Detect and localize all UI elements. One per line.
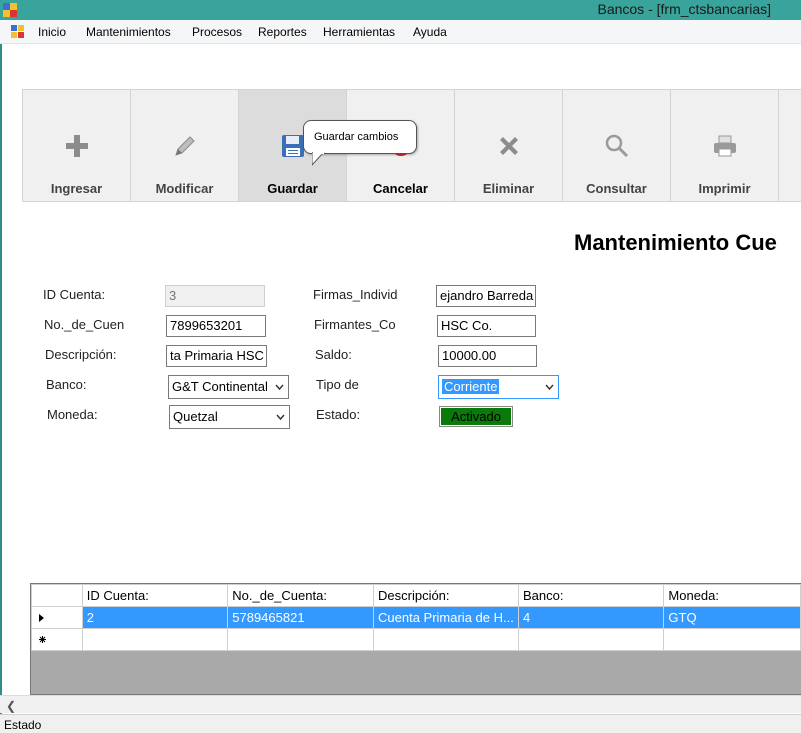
menu-bar: Inicio Mantenimientos Procesos Reportes … — [0, 20, 801, 44]
menu-procesos[interactable]: Procesos — [192, 25, 242, 39]
id-cuenta-field: 3 — [165, 285, 265, 307]
grid-header-row: ID Cuenta: No._de_Cuenta: Descripción: B… — [31, 584, 801, 607]
new-cell[interactable] — [81, 628, 229, 651]
tooltip: Guardar cambios — [303, 120, 417, 166]
modificar-label: Modificar — [155, 181, 214, 196]
imprimir-label: Imprimir — [698, 181, 751, 196]
descripcion-field[interactable]: ta Primaria HSC — [166, 345, 267, 367]
eliminar-button[interactable]: Eliminar — [455, 90, 563, 201]
moneda-selected: Quetzal — [173, 409, 218, 424]
firmantes-label: Firmantes_Co — [314, 317, 396, 332]
form-icon[interactable] — [11, 25, 25, 39]
tipo-select[interactable]: Corriente — [438, 375, 559, 399]
firmas-individuales-label: Firmas_Individ — [313, 287, 398, 302]
new-cell[interactable] — [663, 628, 801, 651]
status-text: Estado — [4, 718, 42, 732]
horizontal-scrollbar[interactable]: ❮ — [0, 695, 801, 713]
new-cell[interactable] — [517, 628, 665, 651]
cell-banco[interactable]: 4 — [517, 606, 665, 629]
window-border — [0, 44, 2, 715]
banco-selected: G&T Continental — [172, 379, 268, 394]
menu-reportes[interactable]: Reportes — [258, 25, 307, 39]
firmas-individuales-field[interactable]: ejandro Barreda — [436, 285, 536, 307]
scroll-left-icon[interactable]: ❮ — [6, 699, 16, 713]
estado-toggle[interactable]: Activado — [439, 406, 513, 427]
banco-select[interactable]: G&T Continental — [168, 375, 289, 399]
cancelar-label: Cancelar — [373, 181, 428, 196]
estado-value: Activado — [441, 408, 511, 425]
no-cuenta-label: No._de_Cuen — [44, 317, 125, 332]
moneda-label: Moneda: — [47, 407, 98, 422]
menu-mantenimientos[interactable]: Mantenimientos — [86, 25, 171, 39]
toolbar-more-button[interactable] — [779, 90, 801, 201]
new-cell[interactable] — [227, 628, 374, 651]
chevron-down-icon — [276, 414, 285, 421]
eliminar-label: Eliminar — [482, 181, 535, 196]
ingresar-label: Ingresar — [50, 181, 103, 196]
guardar-label: Guardar — [267, 181, 318, 196]
ingresar-button[interactable]: Ingresar — [23, 90, 131, 201]
chevron-down-icon — [545, 384, 554, 391]
cell-descripcion[interactable]: Cuenta Primaria de H... — [373, 606, 519, 629]
cell-moneda[interactable]: GTQ — [663, 606, 801, 629]
pencil-icon — [174, 136, 195, 156]
banco-label: Banco: — [46, 377, 87, 392]
magnifier-icon — [605, 134, 628, 158]
menu-ayuda[interactable]: Ayuda — [413, 25, 447, 39]
cell-id-cuenta[interactable]: 2 — [81, 606, 229, 629]
col-id-cuenta[interactable]: ID Cuenta: — [81, 584, 229, 607]
accounts-grid: ID Cuenta: No._de_Cuenta: Descripción: B… — [30, 583, 801, 695]
firmantes-field[interactable]: HSC Co. — [437, 315, 536, 337]
new-row-header[interactable] — [31, 628, 83, 651]
menu-herramientas[interactable]: Herramientas — [323, 25, 395, 39]
tipo-label: Tipo de — [316, 377, 359, 392]
app-icon — [3, 3, 17, 17]
new-cell[interactable] — [373, 628, 519, 651]
window-title: Bancos - [frm_ctsbancarias] — [597, 1, 771, 17]
col-banco[interactable]: Banco: — [517, 584, 665, 607]
cell-no-cuenta[interactable]: 5789465821 — [227, 606, 374, 629]
col-descripcion[interactable]: Descripción: — [373, 584, 519, 607]
asterisk-icon — [39, 636, 46, 643]
menu-inicio[interactable]: Inicio — [38, 25, 66, 39]
plus-icon — [65, 135, 88, 157]
chevron-down-icon — [275, 384, 284, 391]
descripcion-label: Descripción: — [45, 347, 117, 362]
col-moneda[interactable]: Moneda: — [663, 584, 801, 607]
tipo-selected: Corriente — [442, 379, 500, 394]
tooltip-tail — [312, 152, 325, 166]
moneda-select[interactable]: Quetzal — [169, 405, 290, 429]
consultar-button[interactable]: Consultar — [563, 90, 671, 201]
estado-label: Estado: — [316, 407, 361, 422]
grid-corner — [31, 584, 83, 607]
id-cuenta-label: ID Cuenta: — [43, 287, 106, 302]
status-bar: Estado — [0, 714, 801, 733]
imprimir-button[interactable]: Imprimir — [671, 90, 779, 201]
printer-icon — [713, 135, 736, 157]
current-row-arrow-icon — [39, 614, 44, 622]
consultar-label: Consultar — [586, 181, 647, 196]
page-title: Mantenimiento Cue — [574, 230, 777, 255]
col-no-cuenta[interactable]: No._de_Cuenta: — [227, 584, 374, 607]
tooltip-text: Guardar cambios — [314, 131, 399, 143]
saldo-label: Saldo: — [315, 347, 352, 362]
new-row[interactable] — [31, 628, 801, 651]
no-cuenta-field[interactable]: 7899653201 — [166, 315, 266, 337]
table-row[interactable]: 2 5789465821 Cuenta Primaria de H... 4 G… — [31, 606, 801, 629]
row-header[interactable] — [31, 606, 83, 629]
modificar-button[interactable]: Modificar — [131, 90, 239, 201]
title-bar: Bancos - [frm_ctsbancarias] — [0, 0, 801, 20]
saldo-field[interactable]: 10000.00 — [438, 345, 537, 367]
delete-x-icon — [499, 137, 518, 155]
